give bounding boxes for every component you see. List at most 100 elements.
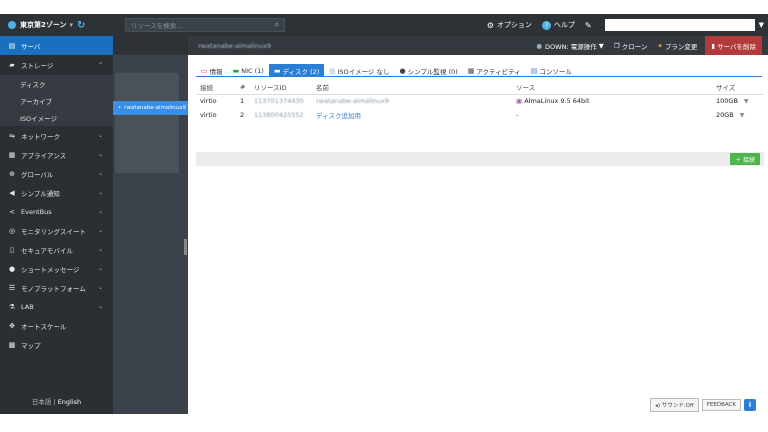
lang-ja-link[interactable]: 日本語 [32, 398, 52, 406]
options-button[interactable]: ⚙ オプション [487, 20, 532, 30]
megaphone-icon: ◀ [9, 188, 15, 197]
info-icon[interactable]: i [744, 399, 756, 411]
panel-resize-handle[interactable] [184, 239, 187, 255]
sidebar-item-short-message[interactable]: ● ショートメッセージ ⌄ [0, 259, 113, 278]
chevron-down-icon: ⌄ [97, 170, 103, 177]
cd-icon: ◎ [329, 67, 336, 75]
chevron-down-icon[interactable]: ▼ [759, 21, 764, 29]
share-icon: < [9, 207, 15, 216]
search-icon[interactable]: ⌕ [275, 20, 279, 30]
server-list-panel: • rwatanabe-almalinux9 [113, 36, 188, 414]
sidebar-item-global[interactable]: ⊕ グローバル ⌄ [0, 164, 113, 183]
connect-label: 接続 [742, 156, 755, 164]
sidebar-item-network[interactable]: ⇋ ネットワーク ⌄ [0, 126, 113, 145]
autoscale-icon: ✥ [9, 321, 15, 330]
table-row[interactable]: virtio 2 113800425552 ディスク追加用 - 20GB ▼ [196, 108, 764, 122]
delete-server-label: サーバを削除 [717, 42, 756, 51]
globe-icon: ⊕ [9, 169, 15, 178]
chevron-down-icon[interactable]: ▼ [740, 112, 745, 119]
server-title: rwatanabe-almalinux9 [198, 41, 272, 50]
sidebar-item-eventbus[interactable]: < EventBus ⌄ [0, 202, 113, 221]
power-menu-button[interactable]: ● DOWN: 電源操作 ▼ [536, 41, 603, 51]
server-list-item-selected[interactable]: • rwatanabe-almalinux9 [113, 101, 188, 115]
column-header[interactable]: ソース [512, 80, 712, 95]
chevron-down-icon: ▼ [596, 41, 604, 50]
tab-label: 情報 [209, 68, 223, 76]
plus-icon: ＋ [735, 156, 743, 164]
storage-icon: ▰ [9, 61, 15, 69]
sidebar-item-iso[interactable]: ISOイメージ [0, 109, 113, 126]
cell-name-link[interactable]: ディスク追加用 [312, 108, 512, 122]
plan-change-button[interactable]: ✦ プラン変更 [657, 41, 697, 51]
sidebar-item-label: モニタリングスイート [21, 227, 86, 236]
sidebar-item-label: ネットワーク [21, 132, 60, 141]
sidebar-item-label: ディスク [20, 80, 46, 89]
disk-table: 接続 # リソースID 名前 ソース サイズ virtio 1 11370137… [196, 80, 764, 122]
sidebar-item-secure-mobile[interactable]: ▯ セキュアモバイル ⌄ [0, 240, 113, 259]
clone-label: クローン [621, 42, 648, 51]
account-selector[interactable] [604, 19, 755, 31]
tab-label: コンソール [539, 68, 572, 76]
sound-toggle-button[interactable]: ◂) サウンド:Off [650, 398, 699, 412]
chevron-down-icon[interactable]: ▼ [744, 98, 749, 105]
lang-en-link[interactable]: English [58, 398, 81, 406]
delete-server-button[interactable]: ▮ サーバを削除 [705, 36, 762, 55]
cell-connection: virtio [200, 97, 217, 106]
sound-label: サウンド:Off [661, 403, 694, 409]
column-header[interactable]: 名前 [312, 80, 512, 95]
flask-icon: ⚗ [8, 302, 16, 311]
cell-name-link[interactable]: rwatanabe-almalinux9 [312, 94, 512, 108]
zone-selector[interactable]: 東京第2ゾーン ▾ ↻ [0, 20, 104, 31]
cell-size: 100GB ▼ [712, 94, 764, 108]
tab-label: シンプル監視 (0) [407, 68, 458, 76]
chat-icon: ● [8, 264, 16, 273]
server-list-header [113, 36, 188, 55]
main-panel: rwatanabe-almalinux9 ● DOWN: 電源操作 ▼ ❐ クロ… [188, 36, 768, 414]
sidebar-item-lab[interactable]: ⚗ LAB ⌄ [0, 297, 113, 316]
clone-button[interactable]: ❐ クローン [614, 41, 648, 51]
app-window: 東京第2ゾーン ▾ ↻ リソースを検索... ⌕ ⚙ オプション ? ヘルプ ✎… [0, 14, 768, 414]
column-header[interactable]: 接続 [196, 80, 236, 95]
chevron-down-icon: ▾ [69, 21, 74, 29]
status-dot-icon: ● [536, 41, 543, 50]
column-header[interactable]: リソースID [250, 80, 312, 95]
sidebar-item-autoscale[interactable]: ✥ オートスケール [0, 316, 113, 335]
search-placeholder: リソースを検索... [131, 22, 183, 30]
table-row[interactable]: virtio 1 113701374430 rwatanabe-almalinu… [196, 94, 764, 108]
pencil-icon: ✎ [584, 20, 592, 30]
sidebar-item-storage[interactable]: ▰ ストレージ ^ [0, 55, 113, 75]
sidebar-item-label: アプライアンス [21, 151, 67, 160]
cell-index: 2 [240, 111, 245, 119]
cell-source: - [516, 111, 519, 119]
chevron-down-icon: ⌄ [97, 284, 103, 291]
sidebar-item-simple-notify[interactable]: ◀ シンプル通知 ⌄ [0, 183, 113, 202]
column-header[interactable]: サイズ [712, 80, 764, 95]
sidebar-item-map[interactable]: ▩ マップ [0, 335, 113, 354]
sidebar-item-appliance[interactable]: ▦ アプライアンス ⌄ [0, 145, 113, 164]
search-input[interactable]: リソースを検索... ⌕ [125, 18, 285, 32]
sidebar-item-mono-platform[interactable]: ☰ モノプラットフォーム ⌄ [0, 278, 113, 297]
sidebar-item-server[interactable]: ▤ サーバ [0, 36, 113, 55]
sidebar-item-monitoring[interactable]: ◎ モニタリングスイート ⌄ [0, 221, 113, 240]
sidebar-item-archive[interactable]: アーカイブ [0, 92, 113, 109]
help-button[interactable]: ? ヘルプ [541, 20, 575, 30]
chevron-down-icon: ⌄ [97, 208, 103, 215]
connect-disk-button[interactable]: ＋ 接続 [730, 153, 760, 165]
chevron-down-icon: ⌄ [97, 265, 103, 272]
sidebar-item-disk[interactable]: ディスク [0, 75, 113, 92]
feedback-button[interactable]: FEEDBACK [701, 399, 741, 411]
sidebar-item-label: サーバ [21, 42, 41, 51]
tab-label: アクティビティ [476, 68, 521, 76]
chevron-down-icon: ⌄ [97, 227, 103, 234]
tab-label: NIC (1) [241, 67, 264, 75]
size-label: 100GB [716, 97, 738, 106]
edit-account-button[interactable]: ✎ [585, 21, 595, 30]
chevron-up-icon: ^ [97, 61, 103, 69]
nic-icon: ▬ [232, 67, 240, 75]
column-header[interactable]: # [236, 80, 250, 95]
refresh-icon[interactable]: ↻ [77, 20, 85, 31]
sidebar-item-label: ストレージ [21, 62, 54, 70]
table-toolbar: ＋ 接続 [196, 152, 764, 166]
appliance-icon: ▦ [8, 150, 16, 159]
sidebar-item-label: ショートメッセージ [21, 265, 80, 274]
